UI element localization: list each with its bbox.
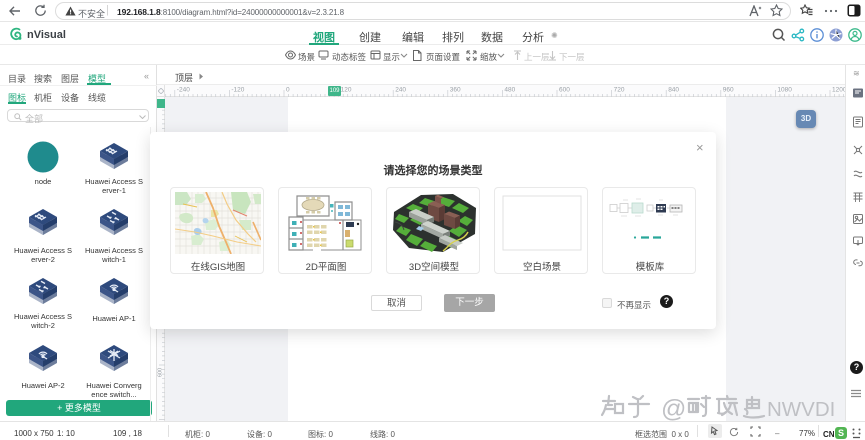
svg-text:-240: -240	[177, 87, 190, 94]
svg-text:1200: 1200	[832, 87, 845, 94]
svg-text:960: 960	[723, 87, 734, 94]
svg-text:600: 600	[559, 87, 570, 94]
svg-text:NWVDI: NWVDI	[767, 398, 835, 421]
svg-text:720: 720	[614, 87, 625, 94]
svg-text:1080: 1080	[777, 87, 792, 94]
svg-text:840: 840	[668, 87, 679, 94]
svg-text:@: @	[661, 395, 686, 422]
svg-text:240: 240	[395, 87, 406, 94]
svg-text:480: 480	[504, 87, 515, 94]
svg-text:360: 360	[450, 87, 461, 94]
svg-text:600: 600	[158, 368, 164, 377]
svg-text:120: 120	[341, 87, 352, 94]
svg-text:-120: -120	[231, 87, 244, 94]
svg-text:0: 0	[286, 87, 290, 94]
